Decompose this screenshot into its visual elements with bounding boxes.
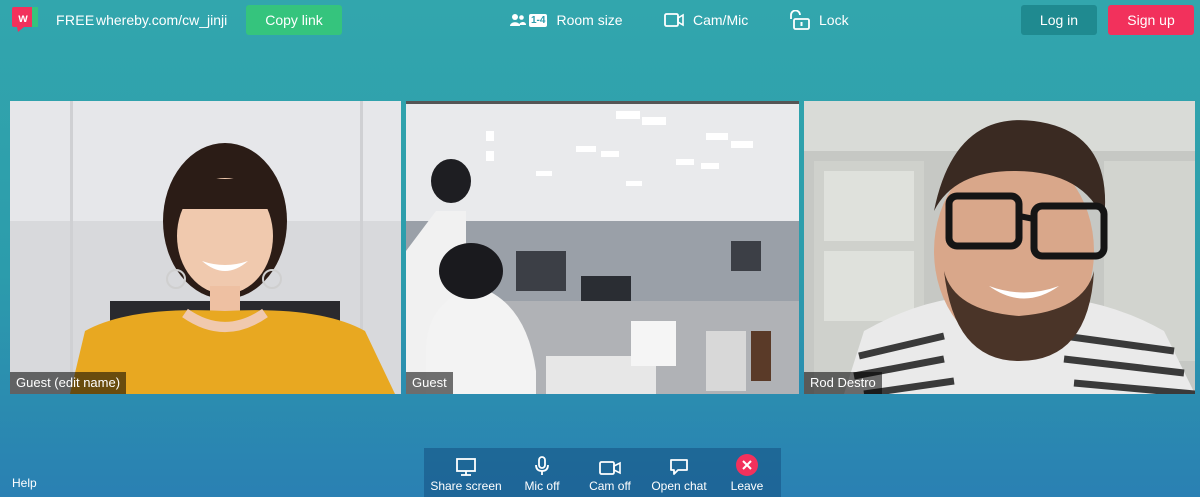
- leave-button[interactable]: Leave: [724, 448, 770, 497]
- room-size-badge: 1-4: [529, 13, 548, 27]
- share-screen-label: Share screen: [430, 479, 502, 493]
- leave-label: Leave: [730, 479, 764, 493]
- open-chat-button[interactable]: Open chat: [648, 448, 710, 497]
- open-chat-label: Open chat: [651, 479, 707, 493]
- call-controls-bar: Share screen Mic off Cam off Open chat L…: [424, 448, 781, 497]
- signup-button[interactable]: Sign up: [1108, 5, 1194, 35]
- room-size-button[interactable]: 1-4 Room size: [510, 10, 623, 30]
- cam-off-button[interactable]: Cam off: [584, 448, 636, 497]
- participant-video: [804, 101, 1195, 394]
- copy-link-button[interactable]: Copy link: [246, 5, 342, 35]
- monitor-icon: [456, 458, 476, 476]
- svg-text:w: w: [17, 11, 28, 25]
- chat-bubble-icon: [670, 459, 688, 475]
- whereby-logo-icon[interactable]: w: [12, 7, 38, 32]
- cam-mic-button[interactable]: Cam/Mic: [664, 10, 748, 30]
- plan-badge: FREE: [56, 12, 95, 28]
- mic-off-button[interactable]: Mic off: [516, 448, 568, 497]
- cam-off-label: Cam off: [589, 479, 631, 493]
- room-url: whereby.com/cw_jinji: [96, 12, 228, 28]
- video-tile-guest-self: Guest (edit name): [10, 101, 401, 394]
- cam-mic-label: Cam/Mic: [693, 12, 749, 28]
- share-screen-button[interactable]: Share screen: [430, 448, 502, 497]
- help-link[interactable]: Help: [12, 476, 37, 490]
- close-icon: [736, 454, 758, 476]
- microphone-icon: [535, 456, 549, 475]
- lock-icon: [790, 10, 810, 30]
- participant-name-label: Rod Destro: [804, 372, 882, 394]
- participant-video: [10, 101, 401, 394]
- lock-button[interactable]: Lock: [788, 10, 849, 30]
- participant-name-label: Guest: [406, 372, 453, 394]
- mic-off-label: Mic off: [524, 479, 560, 493]
- participant-video: [406, 101, 799, 394]
- video-tile-guest: Guest: [406, 101, 799, 394]
- participant-name-label[interactable]: Guest (edit name): [10, 372, 127, 394]
- lock-label: Lock: [819, 12, 849, 28]
- room-size-label: Room size: [556, 12, 623, 28]
- top-bar: w FREE whereby.com/cw_jinji Copy link 1-…: [0, 0, 1200, 40]
- video-tile-rod-destro: Rod Destro: [804, 101, 1195, 394]
- camera-icon: [599, 461, 621, 475]
- camera-icon: [664, 13, 684, 27]
- people-icon: [510, 14, 526, 26]
- login-button[interactable]: Log in: [1021, 5, 1097, 35]
